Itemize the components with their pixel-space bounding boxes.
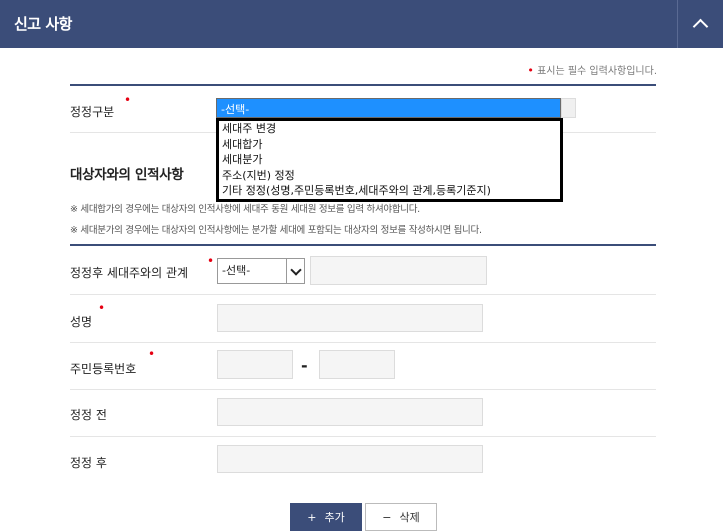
minus-icon: − <box>382 510 392 524</box>
delete-button[interactable]: − 삭제 <box>365 503 437 531</box>
rrn-separator: - <box>301 356 308 375</box>
required-marker: • <box>98 301 106 315</box>
section-header: 신고 사항 <box>0 0 723 48</box>
add-button[interactable]: + 추가 <box>290 503 362 531</box>
relation-select[interactable]: -선택- <box>217 258 305 284</box>
chevron-down-icon <box>289 263 302 276</box>
delete-button-label: 삭제 <box>399 511 420 524</box>
select-background <box>561 98 576 118</box>
rrn-back-input[interactable] <box>319 350 395 379</box>
required-note: • 표시는 필수 입력사항입니다. <box>527 62 657 77</box>
section-title: 신고 사항 <box>14 15 72 33</box>
chevron-up-icon <box>692 18 709 35</box>
rrn-front-input[interactable] <box>217 350 293 379</box>
required-marker: • <box>124 93 132 107</box>
divider <box>70 244 656 246</box>
divider <box>70 84 656 86</box>
collapse-button[interactable] <box>677 0 723 48</box>
add-button-label: 추가 <box>324 511 345 524</box>
before-label: 정정 전 <box>70 408 107 422</box>
rrn-label: 주민등록번호 <box>70 362 137 376</box>
required-marker: • <box>148 347 156 361</box>
relation-select-value: -선택- <box>222 264 251 277</box>
personal-section-title: 대상자와의 인적사항 <box>70 167 184 183</box>
required-note-text: 표시는 필수 입력사항입니다. <box>537 66 657 77</box>
after-input[interactable] <box>217 445 483 473</box>
divider <box>70 389 656 390</box>
divider <box>70 436 656 437</box>
plus-icon: + <box>307 510 317 524</box>
name-input[interactable] <box>217 304 483 332</box>
correction-type-selected: -선택- <box>221 103 250 116</box>
after-label: 정정 후 <box>70 456 107 470</box>
option-address-correction[interactable]: 주소(지번) 정정 <box>219 168 560 184</box>
divider <box>70 342 656 343</box>
notice-merge: ※ 세대합가의 경우에는 대상자의 인적사항에 세대주 동원 세대원 정보를 입… <box>70 204 420 215</box>
option-household-head-change[interactable]: 세대주 변경 <box>219 121 560 137</box>
select-arrow <box>286 259 304 283</box>
required-marker: • <box>207 254 215 268</box>
option-other-correction[interactable]: 기타 정정(성명,주민등록번호,세대주와의 관계,등록기준지) <box>219 183 560 199</box>
before-input[interactable] <box>217 398 483 426</box>
relation-label: 정정후 세대주와의 관계 <box>70 266 189 280</box>
divider <box>70 294 656 295</box>
option-household-merge[interactable]: 세대합가 <box>219 137 560 153</box>
name-label: 성명 <box>70 315 93 329</box>
correction-type-label: 정정구분 <box>70 105 115 119</box>
option-household-split[interactable]: 세대분가 <box>219 152 560 168</box>
correction-type-options: 세대주 변경 세대합가 세대분가 주소(지번) 정정 기타 정정(성명,주민등록… <box>216 118 563 202</box>
relation-input[interactable] <box>310 256 487 285</box>
required-marker: • <box>527 64 534 77</box>
correction-type-select[interactable]: -선택- <box>216 98 561 118</box>
notice-split: ※ 세대분가의 경우에는 대상자의 인적사항에는 분가할 세대에 포함되는 대상… <box>70 225 482 236</box>
